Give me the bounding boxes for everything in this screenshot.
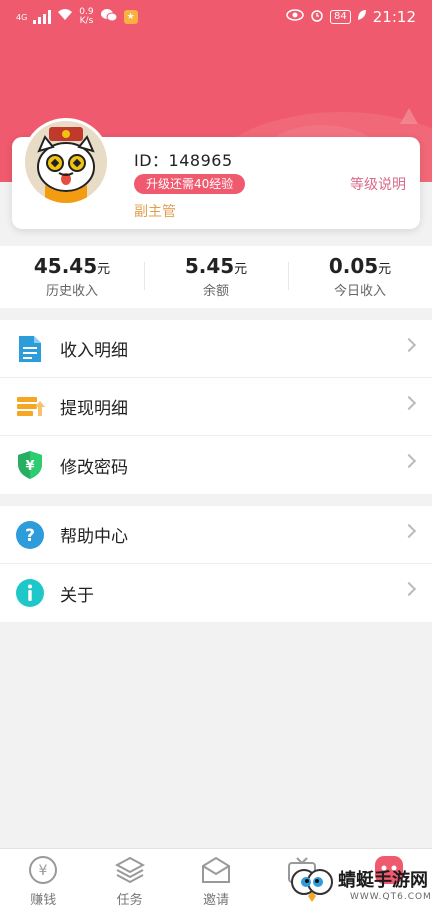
status-bar: 4G 0.9 K/s ★ 84 21:12 [0,0,432,36]
menu-item-help-center[interactable]: ? 帮助中心 [0,506,432,564]
menu-item-label: 提现明细 [60,399,128,419]
menu-group-finance: 收入明细 提现明细 ¥ 修改密码 [0,320,432,494]
chevron-right-icon [401,453,417,469]
menu-item-income-detail[interactable]: 收入明细 [0,320,432,378]
tab-tasks[interactable]: 任务 [86,849,172,912]
upgrade-badge: 升级还需40经验 [134,174,246,194]
watermark-url: WWW.QT6.COM [350,892,432,902]
tab-label: 赚钱 [30,893,57,908]
alarm-icon [310,8,324,26]
avatar[interactable] [22,118,110,206]
wechat-icon [100,8,118,26]
user-id: ID：148965 [134,151,233,170]
menu-item-label: 关于 [60,585,94,606]
menu-item-label: 收入明细 [60,341,128,361]
shield-yen-icon: ¥ [14,449,46,481]
clock: 21:12 [372,8,416,26]
app-notification-icon: ★ [123,10,138,24]
menu-item-label: 帮助中心 [60,527,128,547]
document-icon [14,333,46,365]
stat-label: 今日收入 [333,284,386,299]
decorative-tree-icon [400,108,418,124]
menu-item-withdraw-detail[interactable]: 提现明细 [0,378,432,436]
watermark: 蜻蜓手游网 WWW.QT6.COM [290,862,432,910]
chevron-right-icon [401,523,417,539]
leaf-icon [357,9,367,25]
menu-group-support: ? 帮助中心 关于 [0,506,432,622]
signal-icon [33,10,52,24]
envelope-icon [201,855,231,885]
chevron-right-icon [401,581,417,597]
network-type: 4G [16,12,28,22]
menu-item-change-password[interactable]: ¥ 修改密码 [0,436,432,494]
stat-value: 5.45 [184,254,235,278]
svg-text:?: ? [25,526,35,546]
menu-item-about[interactable]: 关于 [0,564,432,622]
tab-earn[interactable]: ¥ 赚钱 [0,849,86,912]
question-icon: ? [14,519,46,551]
eye-icon [286,9,304,25]
stat-label: 余额 [202,284,229,299]
info-icon [14,577,46,609]
wifi-icon [57,9,73,25]
withdraw-icon [14,391,46,423]
svg-text:¥: ¥ [25,459,34,474]
stat-unit: 元 [97,262,111,277]
svg-text:¥: ¥ [39,863,48,879]
stat-unit: 元 [234,262,248,277]
stat-today-income[interactable]: 0.05元 今日收入 [288,246,432,308]
level-info-link[interactable]: 等级说明 [350,174,406,194]
tab-invite[interactable]: 邀请 [173,849,259,912]
dragonfly-logo-icon [291,869,333,902]
chevron-right-icon [401,337,417,353]
battery-indicator: 84 [330,10,351,24]
stat-balance[interactable]: 5.45元 余额 [144,246,288,308]
role-label: 副主管 [134,204,176,220]
layers-icon [114,855,145,885]
stat-label: 历史收入 [45,284,98,299]
stat-value: 45.45 [33,254,98,278]
stat-unit: 元 [378,262,392,277]
tab-label: 邀请 [203,893,230,908]
tab-label: 任务 [116,893,143,908]
yen-coin-icon: ¥ [28,855,58,885]
stat-value: 0.05 [328,254,379,278]
stat-total-income[interactable]: 45.45元 历史收入 [0,246,144,308]
watermark-text: 蜻蜓手游网 [338,870,428,891]
chevron-right-icon [401,395,417,411]
menu-item-label: 修改密码 [60,457,128,478]
income-stats: 45.45元 历史收入 5.45元 余额 0.05元 今日收入 [0,246,432,308]
network-speed: 0.9 K/s [79,7,94,26]
